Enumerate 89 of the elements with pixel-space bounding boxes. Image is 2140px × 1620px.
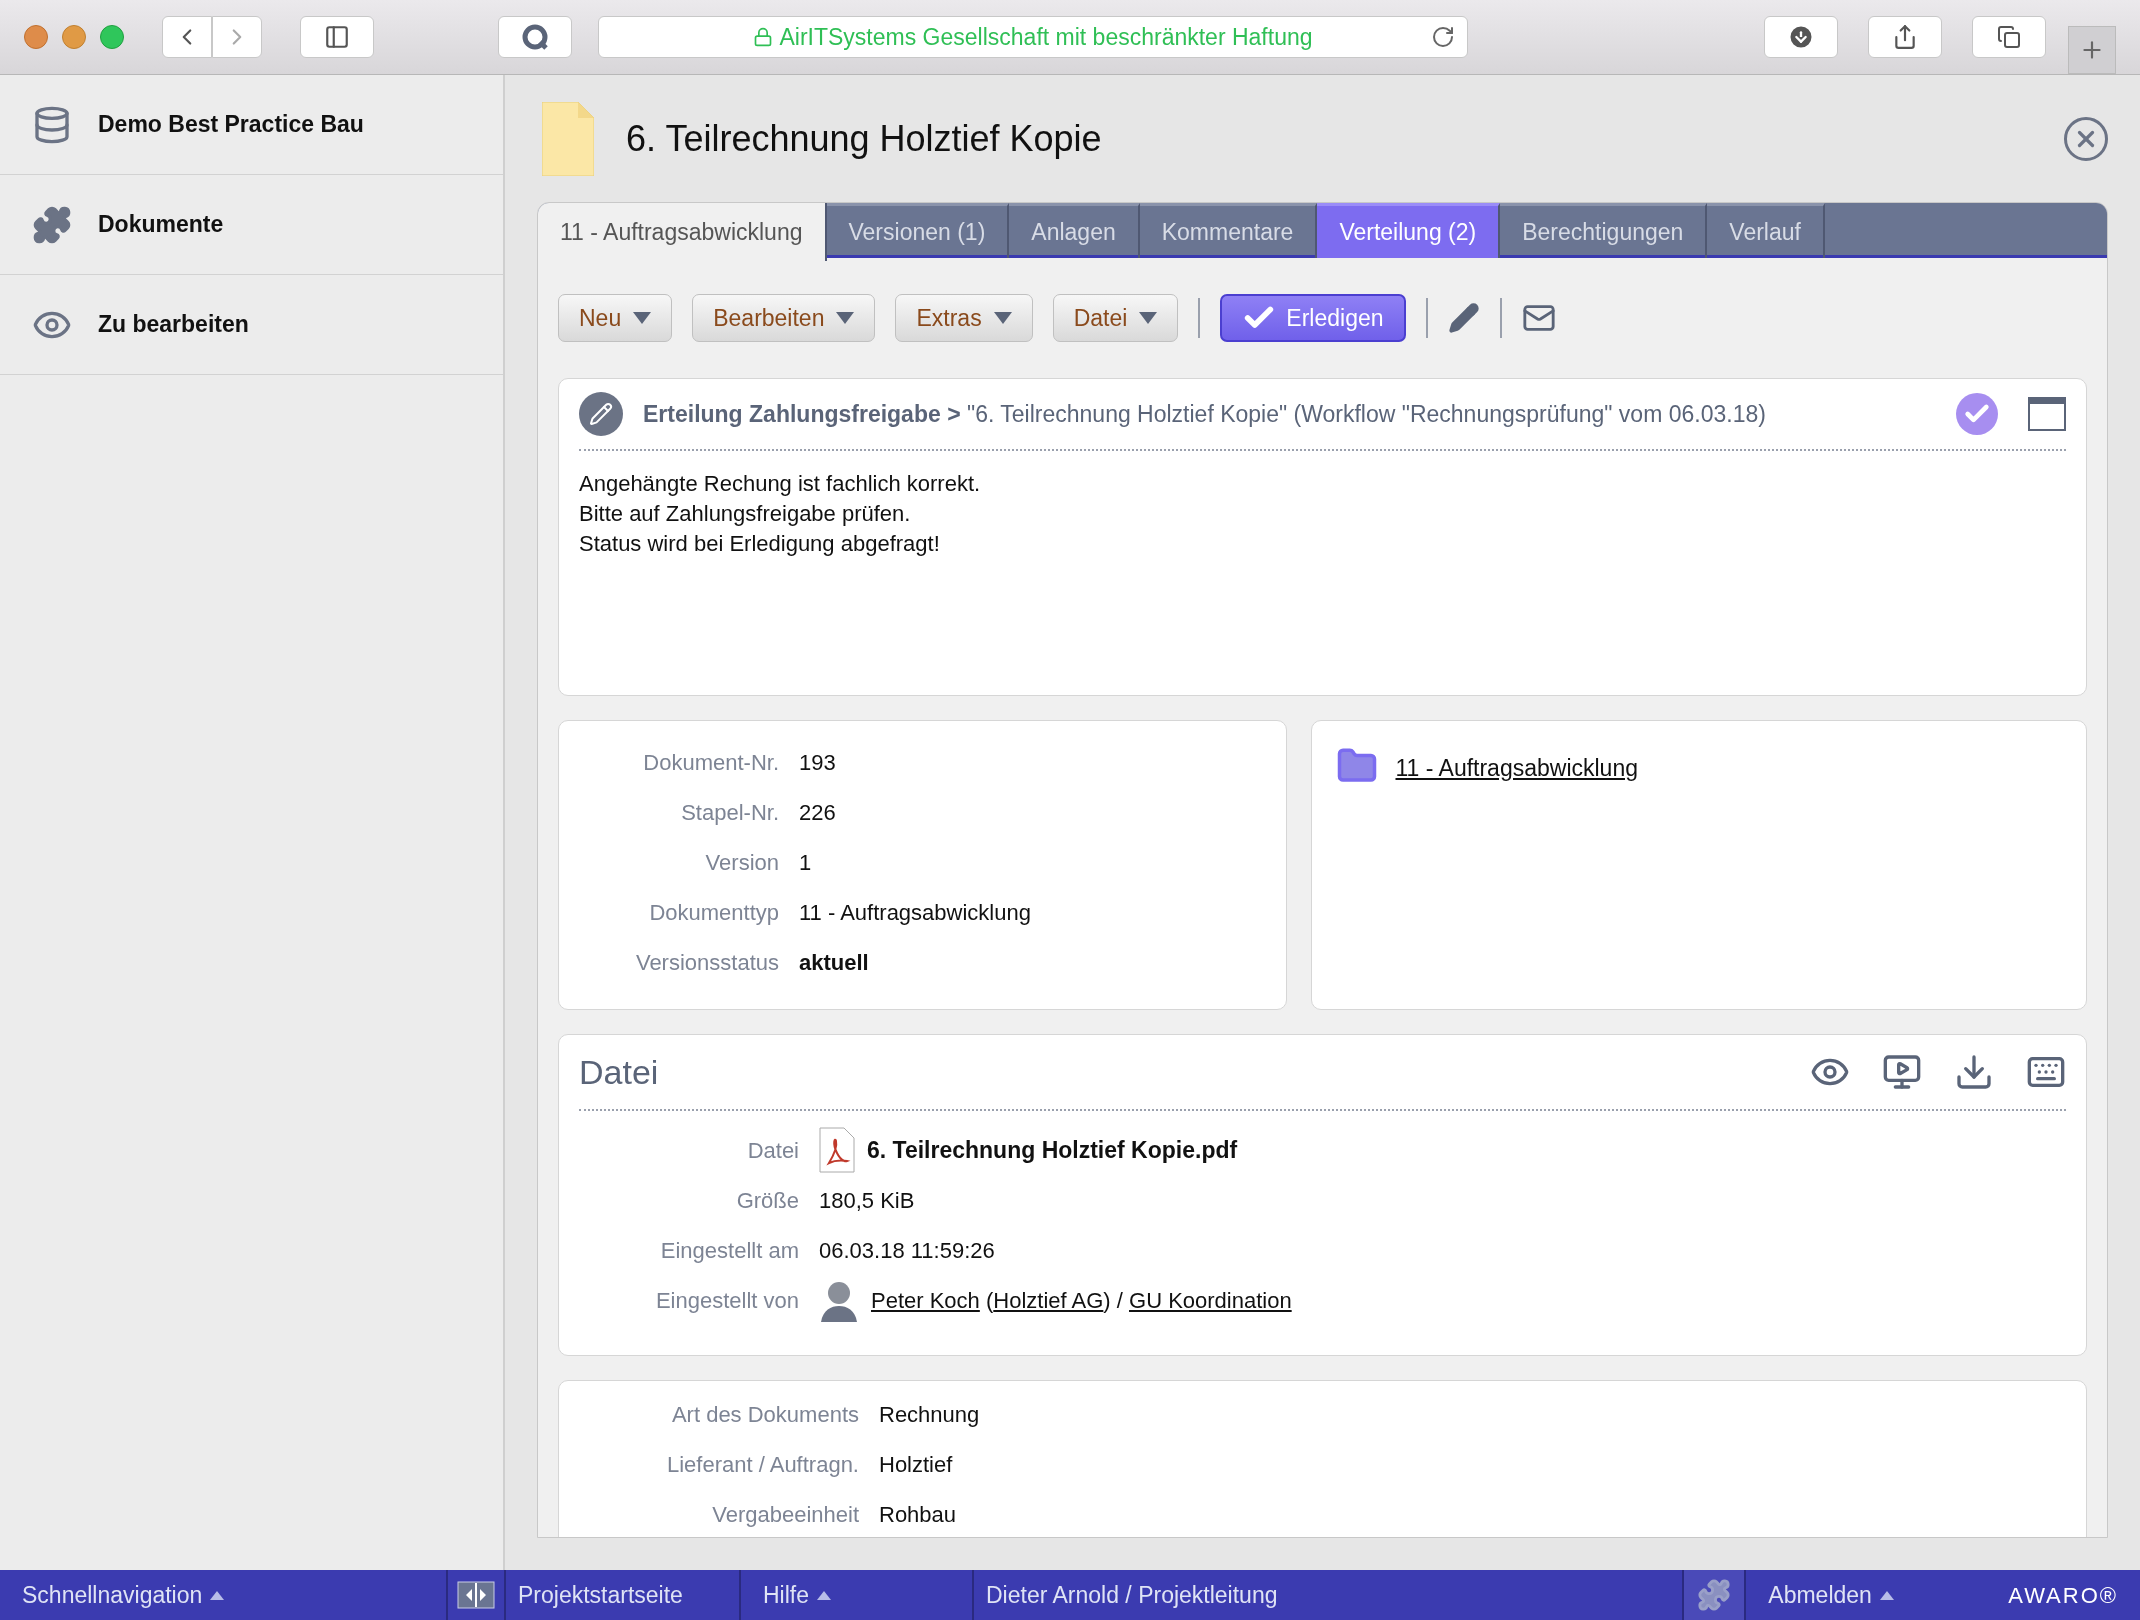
caret-icon xyxy=(993,312,1012,324)
tab[interactable]: Berechtigungen xyxy=(1500,203,1708,258)
field-value: Rohbau xyxy=(879,1500,957,1529)
current-user: Dieter Arnold / Projektleitung xyxy=(985,1580,1279,1610)
tab[interactable]: Anlagen xyxy=(1009,203,1140,258)
tab[interactable]: Versionen (1) xyxy=(826,203,1010,258)
field-label: Versionsstatus xyxy=(634,948,779,977)
logo: AWARO® xyxy=(2007,1581,2119,1610)
help-menu[interactable]: Hilfe xyxy=(741,1570,974,1620)
sidebar-item[interactable]: Dokumente xyxy=(0,175,503,275)
caret-icon xyxy=(1879,1590,1894,1600)
logo-icon xyxy=(520,22,550,52)
complete-button[interactable]: Erledigen xyxy=(1220,294,1406,342)
puzzle-button[interactable] xyxy=(1682,1570,1747,1620)
field-value: 226 xyxy=(799,798,836,827)
field-label: Version xyxy=(704,848,779,877)
field-label: Eingestellt von xyxy=(654,1286,799,1315)
tabs-button[interactable] xyxy=(1972,16,2046,58)
tab[interactable]: Verteilung (2) xyxy=(1317,203,1501,258)
field-value: Holztief xyxy=(879,1450,953,1479)
project-start-link[interactable]: Projektstartseite xyxy=(506,1570,741,1620)
field-value: 1 xyxy=(799,848,812,877)
edit-icon[interactable] xyxy=(1447,302,1480,334)
field-label: Dokument-Nr. xyxy=(642,748,779,777)
puzzle-icon xyxy=(1697,1578,1732,1612)
menu-button[interactable]: Neu xyxy=(558,294,673,342)
field-value: Rechnung xyxy=(879,1400,980,1429)
address-text: AirITSystems Gesellschaft mit beschränkter Haftung xyxy=(779,22,1313,52)
task-heading: Erteilung Zahlungsfreigabe > "6. Teilrechnung Holztief Kopie" (Workflow "Rechnungsprüfung" vom 06.03.18) xyxy=(643,399,1767,429)
quick-nav-menu[interactable]: Schnellnavigation xyxy=(0,1570,448,1620)
split-view-icon xyxy=(457,1581,495,1609)
logout-menu[interactable]: Abmelden xyxy=(1746,1570,1987,1620)
field-label: Vergabeeinheit xyxy=(711,1500,859,1529)
uploader-text: Peter Koch (Holztief AG) / GU Koordination xyxy=(871,1286,1292,1315)
field-label: Datei xyxy=(746,1136,799,1165)
sidebar-item[interactable]: Demo Best Practice Bau xyxy=(0,75,503,175)
field-value: 11 - Auftragsabwicklung xyxy=(799,898,1031,927)
field-label: Lieferant / Auftragn. xyxy=(665,1450,859,1479)
close-window-button[interactable] xyxy=(24,25,48,49)
field-value: 06.03.18 11:59:26 xyxy=(819,1236,995,1265)
tab[interactable]: 11 - Auftragsabwicklung xyxy=(538,203,827,261)
share-button[interactable] xyxy=(1868,16,1942,58)
browser-logo-button[interactable] xyxy=(498,16,572,58)
field-value: 193 xyxy=(799,748,836,777)
message-line: Status wird bei Erledigung abgefragt! xyxy=(579,530,941,558)
section-title: Datei xyxy=(579,1051,660,1093)
caret-icon xyxy=(1139,312,1158,324)
share-icon xyxy=(1892,24,1918,50)
pdf-file-icon xyxy=(819,1127,855,1173)
tab[interactable]: Verlauf xyxy=(1707,203,1825,258)
menu-button[interactable]: Extras xyxy=(895,294,1033,342)
database-icon xyxy=(32,104,72,145)
sidebar-icon xyxy=(324,24,350,50)
caret-icon xyxy=(210,1590,225,1600)
document-icon xyxy=(542,101,594,176)
caret-icon xyxy=(836,312,855,324)
menu-button[interactable]: Bearbeiten xyxy=(692,294,876,342)
field-label: Größe xyxy=(735,1186,799,1215)
document-title: 6. Teilrechnung Holztief Kopie xyxy=(626,116,1102,161)
field-label: Eingestellt am xyxy=(659,1236,799,1265)
sidebar-toggle-button[interactable] xyxy=(300,16,374,58)
preview-icon[interactable] xyxy=(1882,1052,1922,1092)
new-tab-button[interactable] xyxy=(2068,26,2116,74)
caret-icon xyxy=(817,1590,831,1600)
close-button[interactable] xyxy=(2064,116,2108,161)
field-label: Dokumenttyp xyxy=(648,898,779,927)
field-label: Stapel-Nr. xyxy=(680,798,779,827)
caret-icon xyxy=(633,312,652,324)
file-name[interactable]: 6. Teilrechnung Holztief Kopie.pdf xyxy=(867,1132,1238,1168)
reload-icon[interactable] xyxy=(1431,25,1455,49)
message-line: Bitte auf Zahlungsfreigabe prüfen. xyxy=(579,500,912,528)
puzzle-icon xyxy=(32,204,72,245)
field-label: Art des Dokuments xyxy=(670,1400,859,1429)
edit-icon xyxy=(579,392,623,436)
window-icon xyxy=(2028,397,2066,431)
user-link[interactable]: Peter Koch xyxy=(871,1287,980,1313)
user-link[interactable]: GU Koordination xyxy=(1129,1287,1292,1313)
user-link[interactable]: Holztief AG xyxy=(993,1287,1104,1313)
sidebar-item[interactable]: Zu bearbeiten xyxy=(0,275,503,375)
download-icon[interactable] xyxy=(1954,1052,1994,1092)
folder-link[interactable]: 11 - Auftragsabwicklung xyxy=(1395,745,1638,786)
field-value: 180,5 KiB xyxy=(819,1186,915,1215)
message-line: Angehängte Rechung ist fachlich korrekt. xyxy=(579,470,982,498)
lock-icon xyxy=(753,27,774,47)
download-icon xyxy=(1787,23,1815,51)
downloads-button[interactable] xyxy=(1764,16,1838,58)
tabs-icon xyxy=(1997,25,2021,49)
menu-button[interactable]: Datei xyxy=(1052,294,1179,342)
field-value: aktuell xyxy=(799,948,869,977)
